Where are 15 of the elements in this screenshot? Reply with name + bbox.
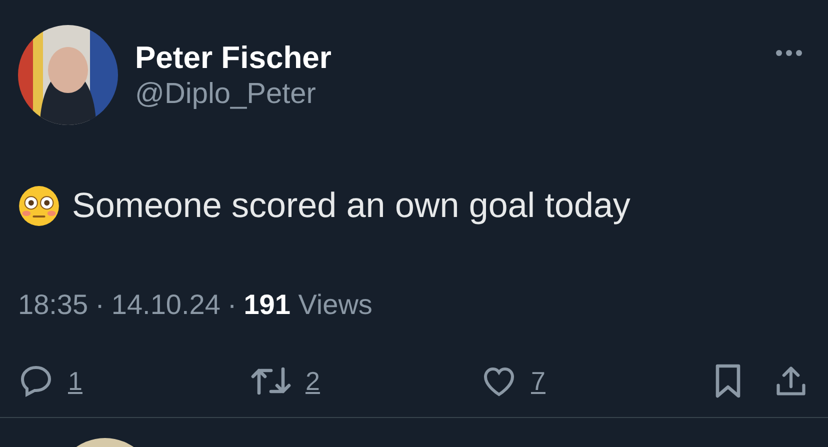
share-icon [774,364,808,398]
post-date[interactable]: 14.10.24 [111,289,220,321]
repost-button[interactable]: 2 [250,363,450,399]
flushed-face-emoji-icon [18,185,60,227]
separator-dot: · [227,289,237,321]
share-button[interactable] [774,364,808,398]
post-time[interactable]: 18:35 [18,289,88,321]
reply-button[interactable]: 1 [18,363,218,399]
author-name[interactable]: Peter Fischer [135,40,755,76]
like-button[interactable]: 7 [481,364,681,398]
tweet-text: Someone scored an own goal today [72,186,630,226]
speech-bubble-icon [18,363,54,399]
separator-dot: · [95,289,104,321]
view-count: 191 Views [244,289,372,321]
author-handle[interactable]: @Diplo_Peter [135,78,755,110]
